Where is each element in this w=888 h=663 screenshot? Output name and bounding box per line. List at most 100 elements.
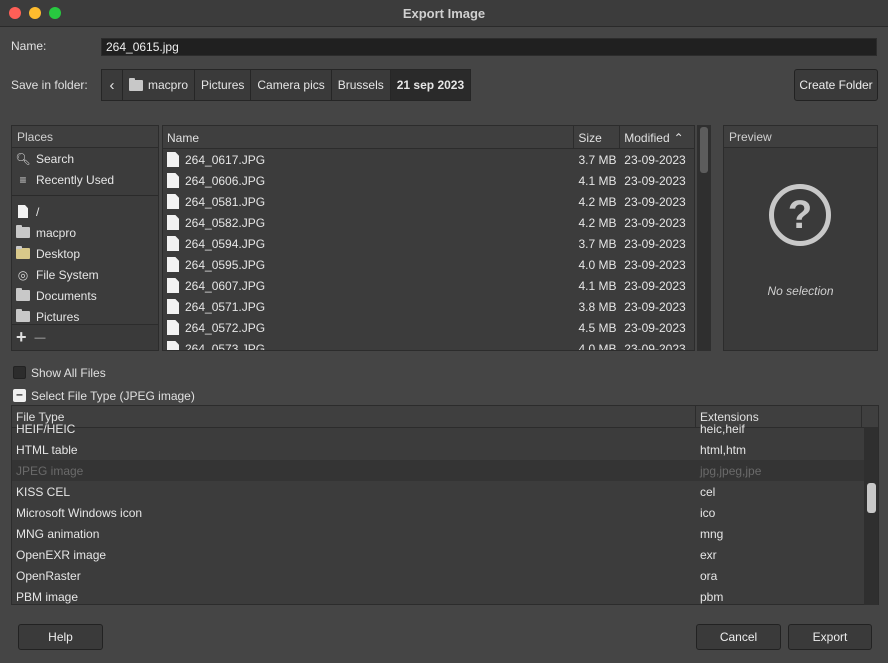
recent-icon: ≡ [19,172,27,187]
file-row[interactable]: 264_0572.JPG 4.5 MB 23-09-2023 [163,317,694,338]
file-type-row[interactable]: JPEG image jpg,jpeg,jpe [12,460,878,481]
file-name: 264_0617.JPG [185,152,266,167]
help-button[interactable]: Help [18,624,103,650]
breadcrumb-brussels[interactable]: Brussels [330,69,391,101]
preview-header: Preview [724,126,877,148]
file-type-extensions: mng [700,526,724,541]
file-size: 4.1 MB [578,278,617,293]
file-type-extensions: ora [700,568,718,583]
place-label: macpro [36,225,77,240]
column-size-header[interactable]: Size [574,126,621,148]
file-type-name: OpenRaster [16,568,81,583]
chevron-left-icon: ‹ [109,76,115,94]
title-bar: Export Image [0,0,888,27]
file-row[interactable]: 264_0581.JPG 4.2 MB 23-09-2023 [163,191,694,212]
file-modified: 23-09-2023 [624,278,686,293]
add-bookmark-button[interactable]: + [16,327,27,348]
place-recently-used[interactable]: ≡ Recently Used [12,169,158,190]
file-type-scrollbar[interactable] [864,427,878,605]
filename-input[interactable] [101,38,877,56]
file-type-row[interactable]: PBM image pbm [12,586,878,604]
file-type-name: OpenEXR image [16,547,107,562]
file-type-row[interactable]: OpenEXR image exr [12,544,878,565]
file-modified: 23-09-2023 [624,152,686,167]
file-type-row[interactable]: Microsoft Windows icon ico [12,502,878,523]
show-all-files-label: Show All Files [31,366,106,380]
place-label: Pictures [36,309,80,324]
remove-bookmark-button[interactable]: — [35,332,46,344]
file-type-row[interactable]: HEIF/HEIC heic,heif [12,418,878,439]
file-row[interactable]: 264_0571.JPG 3.8 MB 23-09-2023 [163,296,694,317]
folder-icon [16,288,30,303]
cancel-button[interactable]: Cancel [696,624,781,650]
image-file-icon [167,173,179,188]
file-modified: 23-09-2023 [624,299,686,314]
folder-icon [16,225,30,240]
file-row[interactable]: 264_0595.JPG 4.0 MB 23-09-2023 [163,254,694,275]
place-label: / [36,204,40,219]
place-documents[interactable]: Documents [12,285,158,306]
place-root[interactable]: / [12,201,158,222]
file-type-name: HEIF/HEIC [16,421,76,436]
file-type-name: KISS CEL [16,484,71,499]
question-icon: ? [769,184,831,246]
column-name-header[interactable]: Name [163,126,575,148]
image-file-icon [167,299,179,314]
scrollbar-thumb[interactable] [700,127,708,173]
file-row[interactable]: 264_0594.JPG 3.7 MB 23-09-2023 [163,233,694,254]
place-search[interactable]: 🔍︎ Search [12,148,158,169]
file-type-extensions: pbm [700,589,724,604]
file-row[interactable]: 264_0607.JPG 4.1 MB 23-09-2023 [163,275,694,296]
file-type-row[interactable]: MNG animation mng [12,523,878,544]
file-size: 4.0 MB [578,341,617,351]
scrollbar-thumb[interactable] [867,483,876,513]
file-type-row[interactable]: OpenRaster ora [12,565,878,586]
file-name: 264_0594.JPG [185,236,266,251]
show-all-files-checkbox[interactable] [13,366,26,379]
name-label: Name: [11,39,47,53]
file-row[interactable]: 264_0582.JPG 4.2 MB 23-09-2023 [163,212,694,233]
places-header: Places [12,126,158,148]
no-selection-text: No selection [767,284,834,298]
file-name: 264_0571.JPG [185,299,266,314]
place-label: Documents [36,288,97,303]
place-file-system[interactable]: ◎ File System [12,264,158,285]
document-icon [16,205,30,219]
file-type-row[interactable]: KISS CEL cel [12,481,878,502]
breadcrumb-back-button[interactable]: ‹ [101,69,123,101]
window-title: Export Image [402,6,486,21]
place-desktop[interactable]: Desktop [12,243,158,264]
file-name: 264_0606.JPG [185,173,266,188]
create-folder-button[interactable]: Create Folder [794,69,878,101]
places-divider [12,195,158,196]
folder-icon [16,309,30,324]
export-button[interactable]: Export [788,624,872,650]
breadcrumb-camera-pics[interactable]: Camera pics [250,69,332,101]
file-size: 4.1 MB [578,173,617,188]
breadcrumb-label: macpro [148,78,189,92]
file-row[interactable]: 264_0617.JPG 3.7 MB 23-09-2023 [163,149,694,170]
file-type-label[interactable]: Select File Type (JPEG image) [31,389,195,403]
file-size: 4.2 MB [578,194,617,209]
file-type-extensions: heic,heif [700,421,745,436]
breadcrumb-pictures[interactable]: Pictures [194,69,252,101]
place-macpro[interactable]: macpro [12,222,158,243]
file-type-extensions: ico [700,505,716,520]
file-type-name: PBM image [16,589,79,604]
file-modified: 23-09-2023 [624,215,686,230]
file-modified: 23-09-2023 [624,173,686,188]
image-file-icon [167,152,179,167]
file-list-header: Name Size Modified ⌃ [163,126,694,149]
file-row[interactable]: 264_0573.JPG 4.0 MB 23-09-2023 [163,338,694,351]
file-name: 264_0573.JPG [185,341,266,351]
save-in-folder-label: Save in folder: [11,78,88,92]
file-type-name: HTML table [16,442,78,457]
column-modified-header[interactable]: Modified ⌃ [620,126,694,148]
breadcrumb-macpro[interactable]: macpro [122,69,196,101]
file-row[interactable]: 264_0606.JPG 4.1 MB 23-09-2023 [163,170,694,191]
place-label: Search [36,151,75,166]
file-list-scrollbar[interactable] [697,125,711,351]
file-type-row[interactable]: HTML table html,htm [12,439,878,460]
breadcrumb-current-folder[interactable]: 21 sep 2023 [389,69,472,101]
file-type-expander[interactable]: – [13,388,26,402]
